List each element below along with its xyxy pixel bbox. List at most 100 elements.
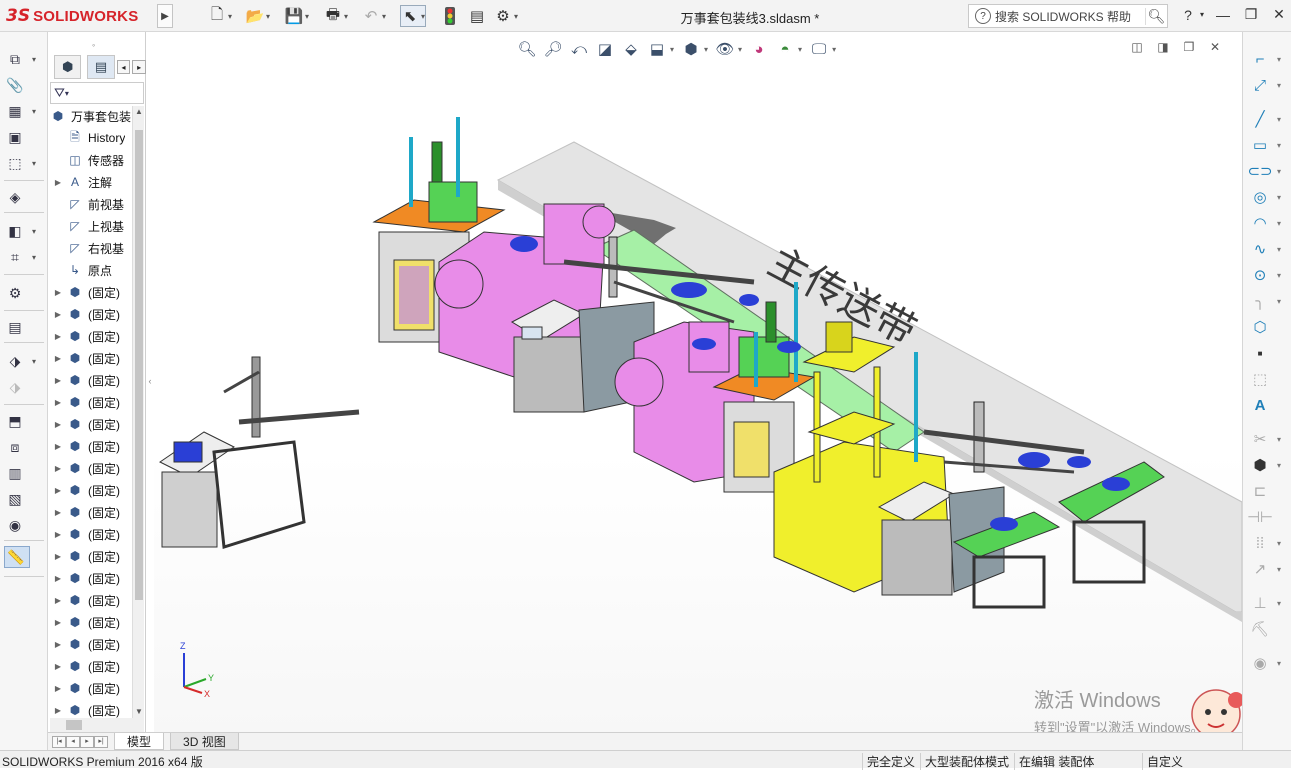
scroll-up-icon[interactable]: ▲ (133, 106, 145, 118)
text-button[interactable]: A (1249, 394, 1289, 416)
scroll-thumb[interactable] (135, 130, 143, 600)
tab-first-icon[interactable]: |◂ (52, 735, 66, 748)
restore-button[interactable]: ❐ (1238, 6, 1264, 23)
ellipse-button[interactable]: ⊙ ▾ (1249, 264, 1289, 286)
assembly-model-view[interactable]: 主传送带 (154, 32, 1242, 732)
convert-entities-button[interactable]: ⬢ ▾ (1249, 454, 1289, 476)
expand-arrow-icon[interactable]: ▶ (53, 706, 63, 715)
assembly-features-button[interactable]: ◧ ▾ (4, 220, 44, 242)
tree-item[interactable]: ▶ ⬢ (固定) (48, 524, 132, 544)
tab-scroll-right-icon[interactable]: ▸ (132, 60, 146, 74)
tab-property-manager[interactable]: ▤ (87, 55, 115, 79)
new-motion-study-button[interactable]: ⚙ (4, 282, 44, 304)
new-button[interactable]: 🗋 ▾ (208, 5, 232, 27)
smart-dimension-button[interactable]: ⌐ ▾ (1249, 48, 1289, 70)
instant3d-button[interactable]: ⬒ (4, 410, 44, 432)
tree-item[interactable]: ◸ 上视基 (48, 216, 132, 236)
linear-sketch-pattern-button[interactable]: ⁞⁞ ▾ (1249, 532, 1289, 554)
menu-expand-arrow-icon[interactable]: ▶ (157, 4, 173, 28)
standalone-robot-cell[interactable] (159, 356, 360, 549)
update-speedpak-button[interactable]: ⧈ (4, 436, 44, 458)
tab-3d-views[interactable]: 3D 视图 (170, 733, 239, 750)
tree-item[interactable]: ▶ ⬢ (固定) (48, 392, 132, 412)
expand-arrow-icon[interactable]: ▶ (53, 442, 63, 451)
open-button[interactable]: 📂 ▾ (246, 5, 270, 27)
scroll-thumb[interactable] (66, 720, 82, 730)
options-button[interactable]: ⚙ ▾ (494, 5, 518, 27)
trim-button[interactable]: ✂ ▾ (1249, 428, 1289, 450)
exploded-view-button[interactable]: ⬗ ▾ (4, 350, 44, 372)
rectangle-button[interactable]: ▭ ▾ (1249, 134, 1289, 156)
print-button[interactable]: 🖶 ▾ (324, 5, 348, 27)
check-active-document-button[interactable]: ◉ (4, 514, 44, 536)
search-input[interactable]: 搜索 SOLIDWORKS 帮助 (995, 8, 1145, 25)
tree-item[interactable]: ◸ 前视基 (48, 194, 132, 214)
tree-item[interactable]: ▶ ⬢ (固定) (48, 590, 132, 610)
expand-arrow-icon[interactable]: ▶ (53, 508, 63, 517)
measure-button[interactable]: 📏 (4, 546, 30, 568)
expand-arrow-icon[interactable]: ▶ (53, 332, 63, 341)
point-button[interactable]: ■ (1249, 342, 1289, 364)
tree-vertical-scrollbar[interactable]: ▲ ▼ (132, 106, 144, 718)
expand-arrow-icon[interactable]: ▶ (53, 486, 63, 495)
tree-item[interactable]: ▶ ⬢ (固定) (48, 634, 132, 654)
solidworks-logo[interactable]: 3S SOLIDWORKS (6, 4, 154, 28)
tab-prev-icon[interactable]: ◂ (66, 735, 80, 748)
tree-item[interactable]: ◸ 右视基 (48, 238, 132, 258)
take-snapshot-button[interactable]: ▥ (4, 462, 44, 484)
move-entities-button[interactable]: ↗ ▾ (1249, 558, 1289, 580)
expand-arrow-icon[interactable]: ▶ (53, 640, 63, 649)
expand-arrow-icon[interactable]: ▶ (53, 376, 63, 385)
expand-arrow-icon[interactable]: ▶ (53, 618, 63, 627)
expand-arrow-icon[interactable]: ▶ (53, 420, 63, 429)
panel-collapse-handle[interactable]: ‹ (146, 366, 154, 396)
tree-item[interactable]: ▶ ⬢ (固定) (48, 480, 132, 500)
select-button[interactable]: ⬉ ▾ (400, 5, 427, 27)
tree-item[interactable]: ▶ ⬢ (固定) (48, 502, 132, 522)
tab-last-icon[interactable]: ▸| (94, 735, 108, 748)
tree-item[interactable]: ▶ ⬢ (固定) (48, 612, 132, 632)
tree-item[interactable]: ▶ ⬢ (固定) (48, 568, 132, 588)
close-button[interactable]: ✕ (1264, 6, 1291, 23)
polygon-button[interactable]: ⬡ (1249, 316, 1289, 338)
large-assembly-button[interactable]: ▧ (4, 488, 44, 510)
expand-arrow-icon[interactable]: ▶ (53, 530, 63, 539)
slot-button[interactable]: ⊂⊃ ▾ (1247, 160, 1289, 182)
tab-feature-tree[interactable]: ⬢ (54, 55, 82, 79)
expand-arrow-icon[interactable]: ▶ (53, 662, 63, 671)
rapid-sketch-button[interactable]: ◉ ▾ (1249, 652, 1289, 674)
offset-entities-button[interactable]: ⊏ (1249, 480, 1289, 502)
help-button[interactable]: ? (1180, 7, 1196, 23)
linear-pattern-button[interactable]: ▦ ▾ (4, 100, 44, 122)
smart-dimension-button[interactable]: ⤢ ▾ (1249, 74, 1289, 96)
insert-components-button[interactable]: ⧉ ▾ (4, 48, 44, 70)
tab-next-icon[interactable]: ▸ (80, 735, 94, 748)
tab-scroll-left-icon[interactable]: ◂ (116, 60, 131, 74)
arc-button[interactable]: ◠ ▾ (1249, 212, 1289, 234)
spline-button[interactable]: ∿ ▾ (1249, 238, 1289, 260)
expand-arrow-icon[interactable]: ▶ (53, 552, 63, 561)
save-button[interactable]: 💾 ▾ (285, 5, 309, 27)
tab-model[interactable]: 模型 (114, 733, 165, 750)
expand-arrow-icon[interactable]: ▶ (53, 310, 63, 319)
tree-item[interactable]: ▶ ⬢ (固定) (48, 370, 132, 390)
mirror-entities-button[interactable]: ⊣⊢ (1247, 506, 1289, 528)
tree-item[interactable]: ◫ 传感器 (48, 150, 132, 170)
tree-horizontal-scrollbar[interactable] (50, 718, 144, 732)
tree-item[interactable]: ▶ ⬢ (固定) (48, 304, 132, 324)
mate-button[interactable]: 📎 (4, 74, 44, 96)
expand-arrow-icon[interactable]: ▶ (53, 574, 63, 583)
rebuild-button[interactable] (444, 5, 456, 27)
tree-item[interactable]: ▶ ⬢ (固定) (48, 326, 132, 346)
explode-line-button[interactable]: ⬗ (4, 376, 44, 398)
move-component-button[interactable]: ⬚ ▾ (4, 152, 44, 174)
tree-item[interactable]: ▶ ⬢ (固定) (48, 678, 132, 698)
tree-item[interactable]: 🗎 History (48, 128, 132, 148)
repair-sketch-button[interactable]: ⛏ (1249, 618, 1289, 640)
tree-item[interactable]: ▶ ⬢ (固定) (48, 458, 132, 478)
fillet-button[interactable]: ╮ ▾ (1249, 290, 1289, 312)
tree-item[interactable]: ▶ ⬢ (固定) (48, 414, 132, 434)
tree-item[interactable]: ▶ ⬢ (固定) (48, 656, 132, 676)
undo-button[interactable]: ↶ ▾ (362, 5, 386, 27)
graphics-area[interactable]: 🔍︎ 🔎︎ ⤺ ◪ ⬙ ⬓ ▾ ⬢ ▾ 👁 ▾ ◕ ◓ ▾ 🖵 ▾ ◫ ◨ ❐ ✕ 主传送… (154, 32, 1242, 732)
